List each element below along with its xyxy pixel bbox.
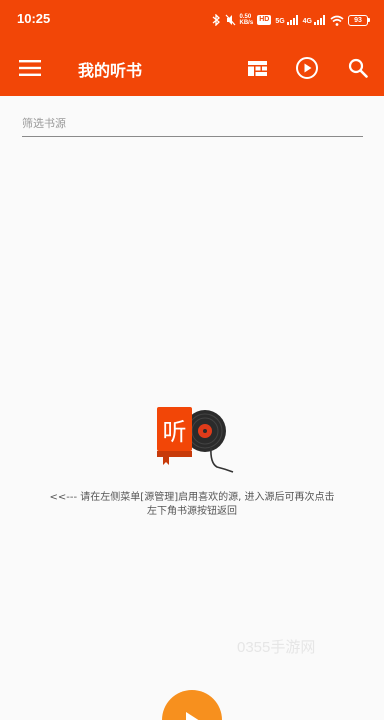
listen-logo-icon: 听 [157, 407, 234, 473]
battery-icon: 93 [348, 14, 370, 26]
filter-field [22, 112, 363, 137]
play-fab[interactable] [162, 690, 222, 720]
book-source-button[interactable] [243, 54, 271, 82]
logo-text: 听 [163, 418, 187, 446]
watermark: 0355手游网 [237, 639, 316, 656]
app-toolbar: 我的听书 [0, 40, 384, 96]
search-button[interactable] [344, 54, 372, 82]
status-bar: 10:25 0.50 KB/s HD 5G 4G 93 [0, 0, 384, 40]
book-source-icon [247, 60, 267, 76]
signal-bars-icon-2 [314, 15, 325, 25]
hd-badge: HD [257, 15, 272, 25]
wifi-icon [330, 15, 344, 26]
play-circle-icon [296, 57, 318, 79]
empty-state-logo: 听 [155, 403, 235, 475]
network-speed-unit: KB/s [239, 20, 254, 26]
mute-icon [225, 14, 235, 26]
status-icons: 0.50 KB/s HD 5G 4G 93 [212, 12, 370, 28]
play-icon [186, 712, 199, 720]
page-title: 我的听书 [78, 61, 143, 80]
battery-level: 93 [348, 14, 368, 26]
network-speed: 0.50 KB/s [240, 14, 254, 26]
status-time: 10:25 [17, 11, 51, 26]
bluetooth-icon [212, 14, 220, 26]
empty-message-line2: 左下角书源按钮返回 [147, 506, 237, 517]
signal-5g: 5G [275, 15, 298, 25]
play-button[interactable] [293, 54, 321, 82]
search-icon [348, 58, 368, 78]
empty-state-message: <<--- 请在左侧菜单[源管理]启用喜欢的源, 进入源后可再次点击 左下角书源… [12, 491, 372, 519]
menu-button[interactable] [16, 54, 44, 82]
signal-4g-label: 4G [302, 18, 312, 25]
hamburger-menu-icon [19, 60, 41, 76]
empty-message-line1: <<--- 请在左侧菜单[源管理]启用喜欢的源, 进入源后可再次点击 [49, 492, 335, 503]
signal-5g-label: 5G [275, 18, 285, 25]
signal-4g: 4G [303, 15, 326, 25]
filter-source-input[interactable] [22, 115, 363, 137]
signal-bars-icon [286, 15, 298, 25]
